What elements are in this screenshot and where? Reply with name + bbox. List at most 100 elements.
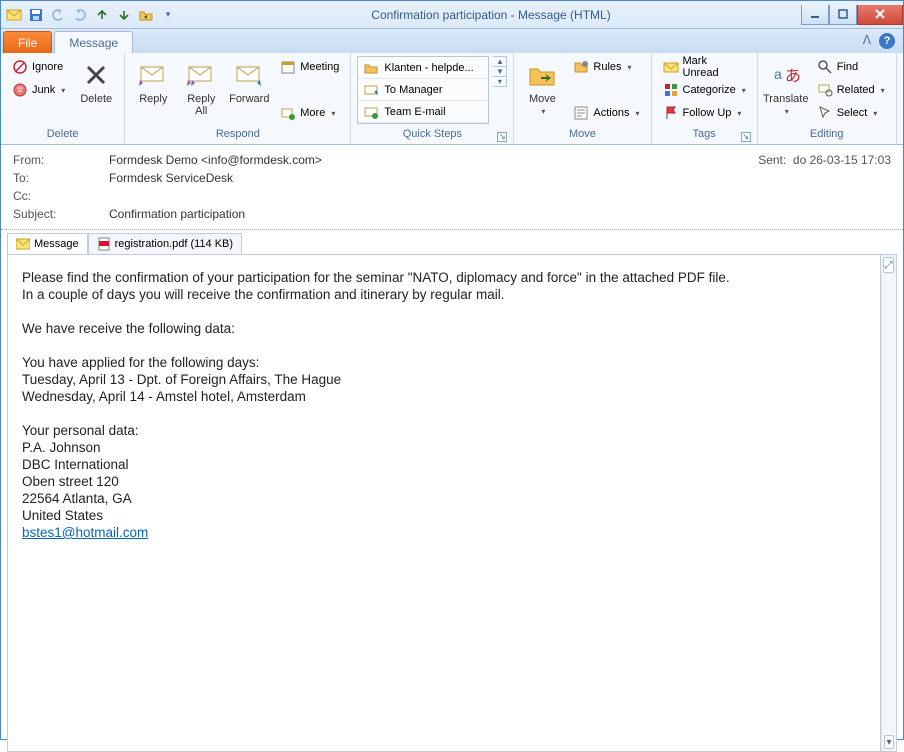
quickstep-klanten[interactable]: Klanten - helpde... bbox=[358, 57, 488, 79]
ignore-button[interactable]: Ignore bbox=[7, 56, 70, 78]
attachment-tab-message[interactable]: Message bbox=[7, 233, 88, 255]
quickstep-tomanager-label: To Manager bbox=[384, 84, 442, 96]
more-icon bbox=[280, 105, 296, 121]
message-body[interactable]: Please find the confirmation of your par… bbox=[8, 255, 880, 751]
next-item-icon[interactable] bbox=[115, 6, 133, 24]
meeting-button[interactable]: Meeting bbox=[275, 56, 344, 78]
body-email-link[interactable]: bstes1@hotmail.com bbox=[22, 525, 148, 540]
find-icon bbox=[817, 59, 833, 75]
move-to-folder-icon[interactable] bbox=[137, 6, 155, 24]
quicksteps-dialog-launcher[interactable]: ↘ bbox=[497, 132, 507, 142]
related-button[interactable]: Related▾ bbox=[812, 79, 890, 101]
actions-label: Actions bbox=[593, 107, 629, 119]
group-delete-label: Delete bbox=[7, 128, 118, 143]
attachment-tab-message-label: Message bbox=[34, 238, 79, 250]
subject-value: Confirmation participation bbox=[109, 207, 891, 221]
delete-label: Delete bbox=[80, 93, 112, 105]
from-value: Formdesk Demo <info@formdesk.com> bbox=[109, 153, 758, 167]
quick-access-toolbar: ▾ bbox=[1, 6, 181, 24]
body-p3: We have receive the following data: bbox=[22, 320, 866, 337]
scroll-down-icon[interactable]: ▾ bbox=[884, 735, 894, 749]
folder-move-icon bbox=[364, 61, 378, 75]
move-button[interactable]: Move▾ bbox=[520, 56, 564, 121]
undo-icon[interactable] bbox=[49, 6, 67, 24]
mark-unread-button[interactable]: Mark Unread bbox=[658, 56, 751, 78]
ignore-icon bbox=[12, 59, 28, 75]
move-label: Move▾ bbox=[529, 93, 556, 118]
body-p9: DBC International bbox=[22, 456, 866, 473]
forward-label: Forward bbox=[229, 93, 269, 105]
help-icon[interactable]: ? bbox=[879, 33, 895, 49]
reply-button[interactable]: Reply bbox=[131, 56, 175, 108]
delete-button[interactable]: Delete bbox=[74, 56, 118, 108]
quickstep-tomanager[interactable]: To Manager bbox=[358, 79, 488, 101]
translate-icon: aあ bbox=[770, 59, 802, 91]
move-icon bbox=[526, 59, 558, 91]
chevron-down-icon: ▾ bbox=[873, 109, 877, 118]
quick-steps-scroll: ▲ ▼ ▾ bbox=[493, 56, 507, 87]
body-p10: Oben street 120 bbox=[22, 473, 866, 490]
pdf-icon bbox=[97, 237, 111, 251]
reply-all-label: Reply All bbox=[187, 93, 215, 117]
body-p5: Tuesday, April 13 - Dpt. of Foreign Affa… bbox=[22, 371, 866, 388]
rules-label: Rules bbox=[593, 61, 621, 73]
message-body-frame: Please find the confirmation of your par… bbox=[7, 254, 897, 752]
maximize-button[interactable] bbox=[829, 5, 857, 25]
quick-steps-down[interactable]: ▼ bbox=[493, 67, 506, 77]
subject-label: Subject: bbox=[13, 207, 109, 221]
group-quicksteps-label: Quick Steps bbox=[403, 128, 462, 140]
qat-customize-icon[interactable]: ▾ bbox=[159, 6, 177, 24]
tab-file[interactable]: File bbox=[3, 31, 52, 53]
translate-button[interactable]: aあ Translate▾ bbox=[764, 56, 808, 121]
actions-button[interactable]: Actions▾ bbox=[568, 102, 644, 124]
find-button[interactable]: Find bbox=[812, 56, 890, 78]
title-bar: ▾ Confirmation participation - Message (… bbox=[1, 1, 903, 29]
reply-all-icon bbox=[185, 59, 217, 91]
quick-steps-up[interactable]: ▲ bbox=[493, 57, 506, 67]
ribbon-tabs: File Message ᐱ ? bbox=[1, 29, 903, 53]
svg-text:a: a bbox=[774, 66, 782, 82]
minimize-button[interactable] bbox=[801, 5, 829, 25]
forward-icon bbox=[233, 59, 265, 91]
sent-value: do 26-03-15 17:03 bbox=[793, 153, 891, 167]
attachment-tab-pdf[interactable]: registration.pdf (114 KB) bbox=[88, 233, 242, 255]
save-icon[interactable] bbox=[27, 6, 45, 24]
body-p11: 22564 Atlanta, GA bbox=[22, 490, 866, 507]
scrollbar-track[interactable]: ▾ bbox=[881, 275, 896, 751]
group-zoom: Zoom Zoom bbox=[897, 53, 904, 144]
rules-icon bbox=[573, 59, 589, 75]
close-button[interactable] bbox=[857, 5, 903, 25]
previous-item-icon[interactable] bbox=[93, 6, 111, 24]
select-button[interactable]: Select▾ bbox=[812, 102, 890, 124]
cc-label: Cc: bbox=[13, 189, 109, 203]
categorize-button[interactable]: Categorize▾ bbox=[658, 79, 751, 101]
group-editing: aあ Translate▾ Find Related▾ Select▾ Edit… bbox=[758, 53, 897, 144]
body-p8: P.A. Johnson bbox=[22, 439, 866, 456]
expand-pane-icon[interactable]: ⤢ bbox=[883, 257, 894, 273]
chevron-down-icon: ▾ bbox=[331, 109, 335, 118]
quickstep-teamemail[interactable]: Team E-mail bbox=[358, 101, 488, 123]
more-button[interactable]: More▾ bbox=[275, 102, 344, 124]
chevron-down-icon: ▾ bbox=[737, 109, 741, 118]
app-icon[interactable] bbox=[5, 6, 23, 24]
find-label: Find bbox=[837, 61, 858, 73]
meeting-label: Meeting bbox=[300, 61, 339, 73]
tab-message[interactable]: Message bbox=[54, 31, 133, 53]
svg-text:あ: あ bbox=[785, 67, 801, 85]
quick-steps-more[interactable]: ▾ bbox=[493, 77, 506, 86]
related-label: Related bbox=[837, 84, 875, 96]
reply-all-button[interactable]: Reply All bbox=[179, 56, 223, 120]
header-divider bbox=[1, 229, 903, 230]
quick-steps-list: Klanten - helpde... To Manager Team E-ma… bbox=[357, 56, 489, 124]
tags-dialog-launcher[interactable]: ↘ bbox=[741, 132, 751, 142]
chevron-down-icon: ▾ bbox=[785, 107, 789, 116]
rules-button[interactable]: Rules▾ bbox=[568, 56, 644, 78]
forward-button[interactable]: Forward bbox=[227, 56, 271, 108]
redo-icon[interactable] bbox=[71, 6, 89, 24]
attachment-tab-pdf-label: registration.pdf (114 KB) bbox=[115, 238, 233, 250]
junk-button[interactable]: Junk▾ bbox=[7, 79, 70, 101]
follow-up-label: Follow Up bbox=[683, 107, 732, 119]
ribbon-minimize-icon[interactable]: ᐱ bbox=[863, 33, 871, 49]
follow-up-button[interactable]: Follow Up ▾ bbox=[658, 102, 751, 124]
body-p7: Your personal data: bbox=[22, 422, 866, 439]
